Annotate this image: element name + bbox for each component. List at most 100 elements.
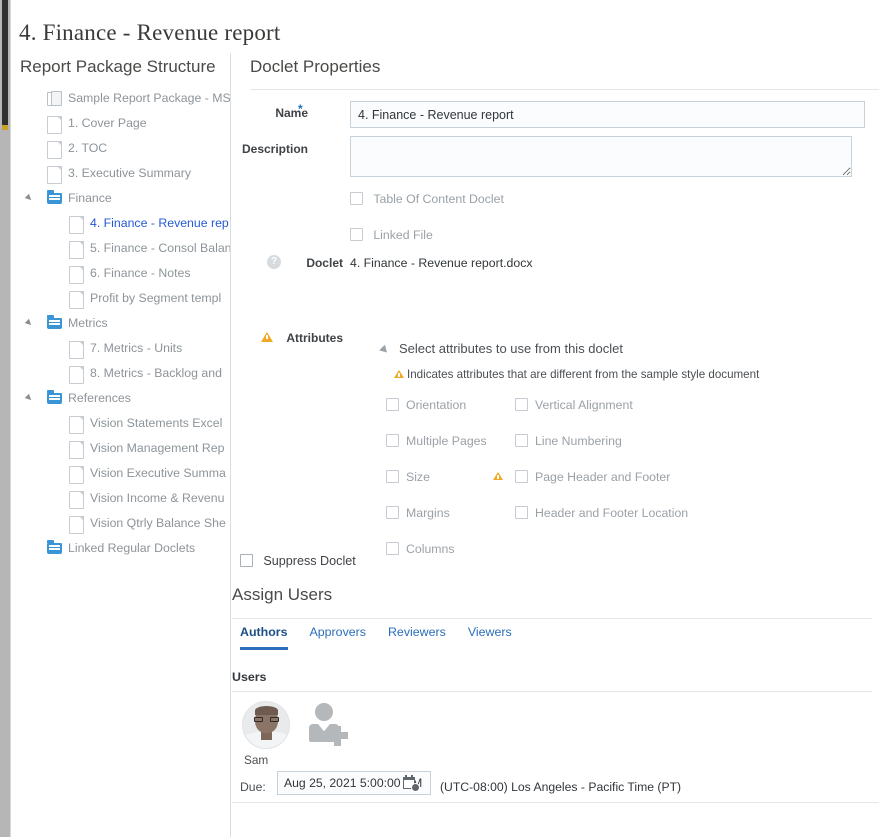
- tree-item-label: 1. Cover Page: [68, 116, 147, 130]
- tree-item[interactable]: 6. Finance - Notes: [11, 261, 230, 286]
- attribute-checkbox[interactable]: [515, 470, 528, 483]
- attribute-checkbox-row[interactable]: Multiple Pages: [386, 434, 487, 448]
- attribute-checkbox-row[interactable]: Page Header and Footer: [515, 470, 670, 484]
- tree-disclosure-icon[interactable]: [25, 311, 37, 336]
- tree-item[interactable]: 7. Metrics - Units: [11, 336, 230, 361]
- tree-item-label: 6. Finance - Notes: [90, 266, 191, 280]
- suppress-doclet-checkbox[interactable]: [240, 554, 253, 567]
- tree-item-label: Finance: [68, 191, 112, 205]
- attribute-checkbox[interactable]: [515, 506, 528, 519]
- attribute-checkbox-row[interactable]: Margins: [386, 506, 450, 520]
- tree-item[interactable]: 4. Finance - Revenue rep: [11, 211, 230, 236]
- report-package-tree[interactable]: Sample Report Package - MS 1. Cover Page 2…: [11, 86, 230, 561]
- tree-item-label: Vision Executive Summa: [90, 466, 226, 480]
- attribute-label: Multiple Pages: [406, 434, 487, 448]
- avatar[interactable]: [242, 701, 290, 749]
- attributes-section-disclosure-icon[interactable]: [379, 344, 390, 356]
- tree-item[interactable]: Profit by Segment templ: [11, 286, 230, 311]
- tree-item-label: 7. Metrics - Units: [90, 341, 183, 355]
- attribute-checkbox[interactable]: [386, 434, 399, 447]
- attribute-label: Header and Footer Location: [535, 506, 689, 520]
- divider-under-assign-users: [232, 618, 872, 619]
- tree-item-label: Vision Management Rep: [90, 441, 225, 455]
- divider-under-doclet-properties: [250, 89, 879, 90]
- add-user-icon[interactable]: [308, 703, 348, 746]
- tab-viewers[interactable]: Viewers: [468, 625, 512, 647]
- tree-item[interactable]: Finance: [11, 186, 230, 211]
- table-of-content-doclet-label: Table Of Content Doclet: [373, 192, 504, 206]
- add-user-plus-vertical: [334, 726, 341, 746]
- calendar-clock-icon[interactable]: [403, 775, 420, 792]
- attribute-checkbox[interactable]: [515, 434, 528, 447]
- doclet-filename-value: 4. Finance - Revenue report.docx: [350, 256, 533, 270]
- attribute-label: Size: [406, 470, 430, 484]
- due-date-field-wrap: [277, 771, 431, 795]
- page-vertical-scrollbar[interactable]: [0, 0, 11, 837]
- tree-item[interactable]: Linked Regular Doclets: [11, 536, 230, 561]
- tree-item[interactable]: Vision Management Rep: [11, 436, 230, 461]
- tree-item[interactable]: Vision Statements Excel: [11, 411, 230, 436]
- tree-item-label: Vision Income & Revenu: [90, 491, 225, 505]
- document-icon: [69, 416, 84, 434]
- tree-item-label: Profit by Segment templ: [90, 291, 222, 305]
- scrollbar-thumb[interactable]: [2, 0, 8, 125]
- attributes-note-warning-icon: [394, 370, 404, 378]
- tree-item-label: 8. Metrics - Backlog and: [90, 366, 222, 380]
- tree-item[interactable]: 2. TOC: [11, 136, 230, 161]
- folder-icon: [47, 315, 62, 329]
- tree-item[interactable]: Sample Report Package - MS: [11, 86, 230, 111]
- tree-item[interactable]: Vision Qtrly Balance She: [11, 511, 230, 536]
- tree-item[interactable]: 3. Executive Summary: [11, 161, 230, 186]
- tree-item[interactable]: 8. Metrics - Backlog and: [11, 361, 230, 386]
- suppress-doclet-checkbox-row[interactable]: Suppress Doclet: [240, 554, 356, 568]
- linked-file-checkbox-row[interactable]: Linked File: [350, 228, 433, 242]
- linked-file-checkbox[interactable]: [350, 228, 363, 241]
- attribute-checkbox-row[interactable]: Columns: [386, 542, 455, 556]
- folder-icon: [47, 540, 62, 554]
- doclet-help-icon[interactable]: ?: [267, 255, 281, 269]
- tab-authors[interactable]: Authors: [240, 625, 288, 650]
- attribute-checkbox[interactable]: [386, 542, 399, 555]
- tree-item[interactable]: 1. Cover Page: [11, 111, 230, 136]
- attribute-checkbox-row[interactable]: Header and Footer Location: [515, 506, 688, 520]
- folder-icon: [47, 190, 62, 204]
- description-textarea[interactable]: [350, 136, 852, 177]
- attribute-label: Page Header and Footer: [535, 470, 671, 484]
- tab-approvers[interactable]: Approvers: [310, 625, 366, 647]
- tree-disclosure-icon[interactable]: [25, 186, 37, 211]
- attribute-checkbox[interactable]: [386, 470, 399, 483]
- divider-under-users: [232, 691, 872, 692]
- tree-pane-heading: Report Package Structure: [20, 57, 216, 76]
- tree-item[interactable]: Vision Income & Revenu: [11, 486, 230, 511]
- table-of-content-doclet-checkbox[interactable]: [350, 192, 363, 205]
- attribute-checkbox[interactable]: [386, 398, 399, 411]
- name-input[interactable]: [350, 101, 865, 128]
- tree-item[interactable]: Vision Executive Summa: [11, 461, 230, 486]
- document-icon: [69, 266, 84, 284]
- description-label: Description: [241, 142, 308, 156]
- tree-item-label: Linked Regular Doclets: [68, 541, 196, 555]
- tree-item[interactable]: References: [11, 386, 230, 411]
- tree-item-label: 4. Finance - Revenue rep: [90, 216, 229, 230]
- attribute-checkbox[interactable]: [386, 506, 399, 519]
- document-icon: [69, 291, 84, 309]
- name-label: Name: [275, 106, 308, 120]
- avatar-hair: [255, 706, 278, 715]
- tree-item-label: 2. TOC: [68, 141, 108, 155]
- document-icon: [69, 491, 84, 509]
- attribute-checkbox-row[interactable]: Line Numbering: [515, 434, 622, 448]
- divider-bottom: [232, 802, 879, 803]
- tab-reviewers[interactable]: Reviewers: [388, 625, 446, 647]
- tree-item-label: 3. Executive Summary: [68, 166, 192, 180]
- table-of-content-doclet-checkbox-row[interactable]: Table Of Content Doclet: [350, 192, 504, 206]
- tree-item[interactable]: Metrics: [11, 311, 230, 336]
- attribute-checkbox-row[interactable]: Orientation: [386, 398, 466, 412]
- attribute-label: Margins: [406, 506, 450, 520]
- assign-users-tabs[interactable]: Authors Approvers Reviewers Viewers: [240, 625, 534, 650]
- attribute-checkbox-row[interactable]: Vertical Alignment: [515, 398, 633, 412]
- doclet-properties-heading: Doclet Properties: [250, 57, 381, 76]
- attribute-checkbox[interactable]: [515, 398, 528, 411]
- attribute-checkbox-row[interactable]: Size: [386, 470, 430, 484]
- tree-item[interactable]: 5. Finance - Consol Balan: [11, 236, 230, 261]
- tree-disclosure-icon[interactable]: [25, 386, 37, 411]
